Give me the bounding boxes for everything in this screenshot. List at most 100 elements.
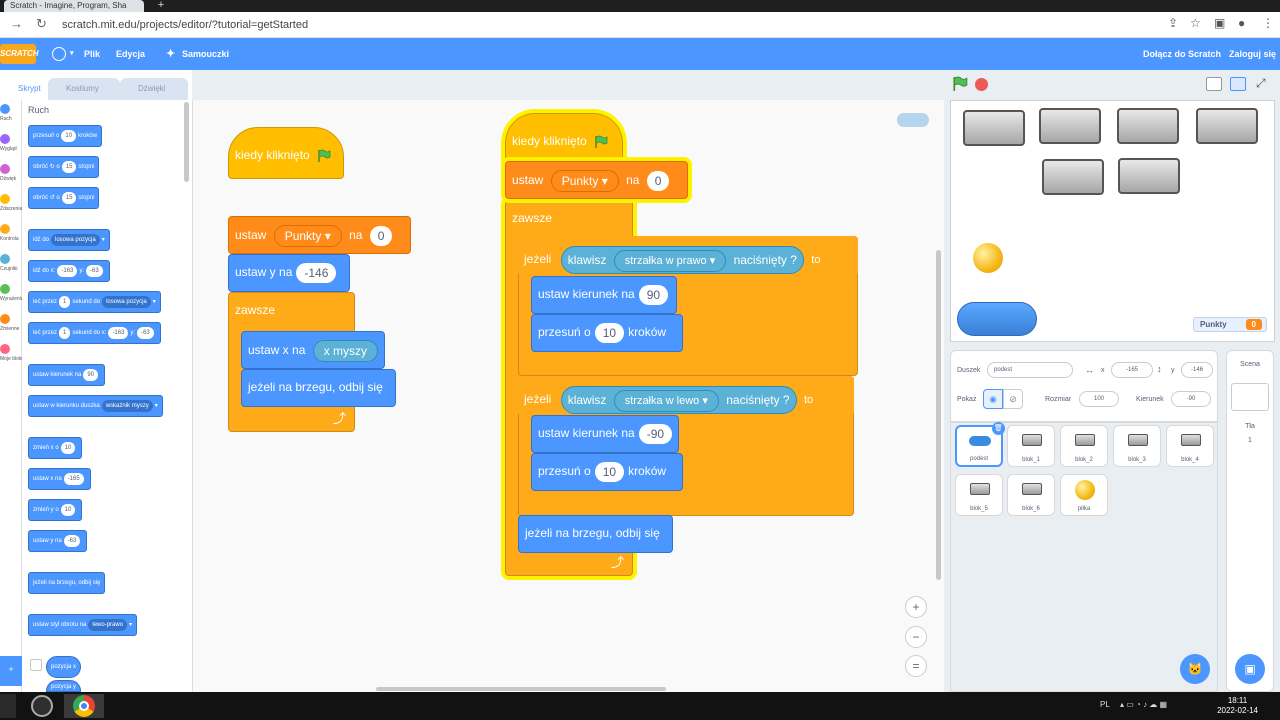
language-globe-icon[interactable] (52, 47, 66, 61)
small-stage-icon[interactable] (1206, 77, 1222, 91)
category-label[interactable]: Kontrola (0, 236, 22, 242)
sprite-thumb-blok-4[interactable]: blok_4 (1166, 425, 1214, 467)
category-label[interactable]: Wyrażenia (0, 296, 22, 302)
sprite-thumb-blok-3[interactable]: blok_3 (1113, 425, 1161, 467)
direction-input[interactable]: -90 (1171, 391, 1211, 407)
palette-position-y-reporter[interactable]: pozycja y (46, 680, 82, 692)
script2-point-direction-left[interactable]: ustaw kierunek na -90 (531, 415, 679, 453)
green-flag-icon[interactable] (952, 76, 968, 92)
category-dot[interactable] (0, 254, 10, 264)
palette-set-y-block[interactable]: ustaw y na -63 (28, 530, 88, 552)
y-position-input[interactable]: -146 (1181, 362, 1213, 378)
size-input[interactable]: 100 (1079, 391, 1119, 407)
palette-rotation-style-block[interactable]: ustaw styl obrotu na lewo-prawo ▾ (28, 614, 138, 636)
script1-when-flag-hat[interactable]: kiedy kliknięto (228, 127, 344, 179)
browser-tab[interactable]: Scratch - Imagine, Program, Sha (4, 0, 144, 12)
stage-selector-pane[interactable]: Scena Tła 1 (1226, 350, 1274, 692)
palette-position-x-reporter[interactable]: pozycja x (46, 656, 82, 678)
reload-icon[interactable]: ↻ (36, 16, 47, 32)
script1-set-y-block[interactable]: ustaw y na -146 (228, 254, 350, 292)
script2-set-variable-block[interactable]: ustaw Punkty ▾ na 0 (505, 161, 688, 199)
sprite-name-input[interactable]: podest (987, 362, 1073, 378)
show-eye-icon[interactable]: ◉ (983, 389, 1003, 409)
side-panel-icon[interactable]: ▣ (1214, 16, 1225, 30)
hide-eye-icon[interactable]: ⊘ (1003, 389, 1023, 409)
menu-dots-icon[interactable]: ⋮ (1262, 16, 1274, 30)
obs-icon[interactable] (26, 694, 56, 718)
url-field[interactable]: scratch.mit.edu/projects/editor/?tutoria… (62, 16, 1202, 34)
delete-sprite-icon[interactable]: 🗑 (992, 422, 1005, 435)
category-label[interactable]: Dźwięk (0, 176, 22, 182)
forward-arrow-icon[interactable]: → (10, 16, 23, 31)
add-sprite-cat-icon[interactable]: 🐱 (1180, 654, 1210, 684)
add-extension-button[interactable]: ⁺ (0, 656, 22, 686)
stage-thumbnail[interactable] (1231, 383, 1269, 411)
palette-glide-block[interactable]: leć przez 1 sekund do losowa pozycja ▾ (28, 291, 161, 313)
system-clock[interactable]: 18:11 2022-02-14 (1217, 696, 1258, 716)
share-icon[interactable]: ⇪ (1168, 16, 1178, 30)
large-stage-icon[interactable] (1230, 77, 1246, 91)
palette-bounce-block[interactable]: jeżeli na brzegu, odbij się (28, 572, 106, 594)
tab-costumes[interactable]: Kostiumy (48, 78, 120, 100)
menu-file[interactable]: Plik (84, 38, 100, 70)
script1-set-variable-block[interactable]: ustaw Punkty ▾ na 0 (228, 216, 411, 254)
tab-code[interactable]: Skrypt (0, 78, 46, 100)
language-indicator[interactable]: PL (1100, 700, 1110, 709)
palette-scrollbar[interactable] (184, 102, 189, 182)
category-dot[interactable] (0, 224, 10, 234)
category-dot[interactable] (0, 164, 10, 174)
category-dot[interactable] (0, 134, 10, 144)
zoom-reset-button[interactable]: = (905, 655, 927, 677)
checkbox-position-x[interactable] (30, 659, 42, 671)
bookmark-star-icon[interactable]: ☆ (1190, 16, 1201, 30)
palette-set-x-block[interactable]: ustaw x na -165 (28, 468, 91, 490)
sprite-thumb-blok-5[interactable]: blok_5 (955, 474, 1003, 516)
category-label[interactable]: Zmienne (0, 326, 22, 332)
sprite-thumb-blok-2[interactable]: blok_2 (1060, 425, 1108, 467)
script2-move-left[interactable]: przesuń o 10 kroków (531, 453, 683, 491)
palette-point-towards-block[interactable]: ustaw w kierunku duszka wskaźnik myszy ▾ (28, 395, 163, 417)
new-tab-button[interactable]: + (152, 0, 170, 12)
script1-set-x-block[interactable]: ustaw x na x myszy (241, 331, 385, 369)
zoom-out-button[interactable]: − (905, 626, 927, 648)
palette-change-x-block[interactable]: zmień x o 10 (28, 437, 83, 459)
profile-icon[interactable]: ● (1238, 16, 1245, 30)
palette-move-block[interactable]: przesuń o 10 kroków (28, 125, 103, 147)
workspace-vertical-scrollbar[interactable] (936, 250, 941, 580)
palette-change-y-block[interactable]: zmień y o 10 (28, 499, 83, 521)
menu-tutorials[interactable]: Samouczki (182, 38, 229, 70)
category-dot[interactable] (0, 284, 10, 294)
login-link[interactable]: Zaloguj się (1229, 38, 1276, 70)
stop-icon[interactable] (975, 78, 988, 91)
start-button-icon[interactable] (0, 694, 16, 718)
add-backdrop-icon[interactable]: ▣ (1235, 654, 1265, 684)
sprite-thumb-podest[interactable]: podest 🗑 (955, 422, 1005, 467)
workspace-horizontal-scrollbar[interactable] (376, 687, 666, 691)
palette-turn-right-block[interactable]: obróć ↻ o 15 stopni (28, 156, 100, 178)
tab-sounds[interactable]: Dźwięki (120, 78, 188, 100)
category-label[interactable]: Czujniki (0, 266, 22, 272)
chevron-down-icon[interactable]: ▾ (70, 38, 74, 70)
zoom-in-button[interactable]: + (905, 596, 927, 618)
palette-goto-xy-block[interactable]: idź do x: -163 y: -63 (28, 260, 110, 282)
palette-goto-block[interactable]: idź do losowa pozycja ▾ (28, 229, 110, 251)
script2-bounce-block[interactable]: jeżeli na brzegu, odbij się (518, 515, 673, 553)
palette-point-direction-block[interactable]: ustaw kierunek na 90 (28, 364, 106, 386)
palette-glide-xy-block[interactable]: leć przez 1 sekund do x: -163 y: -63 (28, 322, 161, 344)
category-label[interactable]: Ruch (0, 116, 22, 122)
category-dot[interactable] (0, 344, 10, 354)
script2-point-direction-right[interactable]: ustaw kierunek na 90 (531, 276, 677, 314)
script2-move-right[interactable]: przesuń o 10 kroków (531, 314, 683, 352)
fullscreen-icon[interactable]: ⤢ (1256, 76, 1266, 91)
script1-bounce-block[interactable]: jeżeli na brzegu, odbij się (241, 369, 396, 407)
category-label[interactable]: Moje bloki (0, 356, 22, 362)
category-label[interactable]: Zdarzenia (0, 206, 22, 212)
sprite-thumb-blok-6[interactable]: blok_6 (1007, 474, 1055, 516)
join-scratch-link[interactable]: Dołącz do Scratch (1143, 38, 1221, 70)
tray-icons[interactable]: ▴ ▭ ◔ ♪ ☁ ▦ (1120, 700, 1167, 709)
sprite-thumb-blok-1[interactable]: blok_1 (1007, 425, 1055, 467)
x-position-input[interactable]: -165 (1111, 362, 1153, 378)
script2-when-flag-hat[interactable]: kiedy kliknięto (505, 113, 623, 163)
palette-turn-left-block[interactable]: obróć ↺ o 15 stopni (28, 187, 100, 209)
chrome-taskbar-icon[interactable] (64, 694, 104, 718)
